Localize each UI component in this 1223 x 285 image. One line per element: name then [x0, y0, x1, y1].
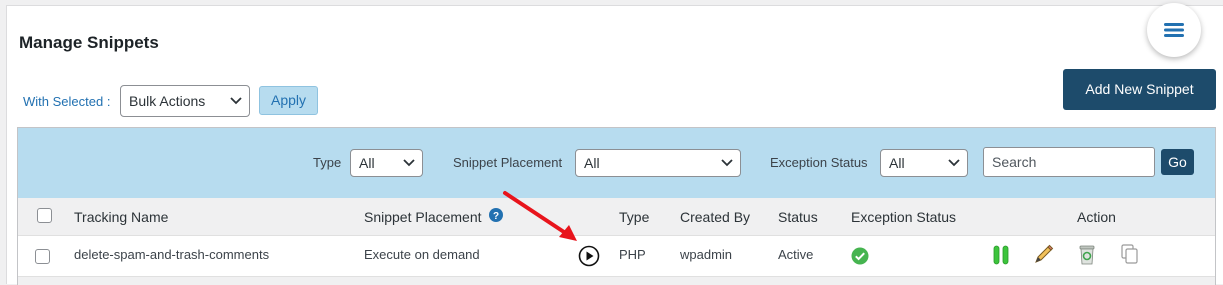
- exception-filter-label: Exception Status: [770, 155, 868, 170]
- chevron-down-icon: [403, 159, 415, 167]
- header-action: Action: [1077, 209, 1116, 225]
- filter-bar: Type All Snippet Placement All Exception…: [18, 128, 1215, 198]
- placement-filter-select[interactable]: All: [575, 149, 741, 177]
- table-header: Tracking Name Snippet Placement ? Type C…: [18, 198, 1215, 236]
- placement-filter-label: Snippet Placement: [453, 155, 563, 170]
- search-placeholder: Search: [992, 154, 1037, 170]
- cell-snippet-placement: Execute on demand: [364, 247, 480, 262]
- snippets-table: Type All Snippet Placement All Exception…: [17, 127, 1216, 285]
- search-input[interactable]: Search: [983, 147, 1155, 177]
- cell-tracking-name[interactable]: delete-spam-and-trash-comments: [74, 247, 269, 262]
- type-filter-label: Type: [313, 155, 342, 170]
- page-title: Manage Snippets: [19, 33, 159, 52]
- menu-button[interactable]: [1147, 3, 1201, 57]
- exception-filter-select[interactable]: All: [880, 149, 968, 177]
- recycle-bin-icon[interactable]: [1078, 243, 1096, 265]
- with-selected-label: With Selected :: [23, 94, 111, 109]
- type-filter-value: All: [359, 155, 375, 171]
- bulk-actions-select[interactable]: Bulk Actions: [120, 85, 250, 117]
- header-created-by: Created By: [680, 209, 751, 225]
- exception-filter-value: All: [889, 155, 905, 171]
- header-snippet-placement: Snippet Placement: [364, 209, 482, 225]
- go-button[interactable]: Go: [1161, 149, 1194, 175]
- placement-filter-value: All: [584, 155, 600, 171]
- bulk-actions-value: Bulk Actions: [129, 93, 206, 109]
- row-checkbox[interactable]: [35, 249, 50, 264]
- pause-icon[interactable]: [993, 245, 1009, 265]
- cell-status: Active: [778, 247, 814, 262]
- chevron-down-icon: [948, 159, 960, 167]
- chevron-down-icon: [721, 159, 733, 167]
- cell-created-by: wpadmin: [680, 247, 733, 262]
- table-row: delete-spam-and-trash-comments Execute o…: [18, 236, 1215, 276]
- select-all-checkbox[interactable]: [37, 208, 52, 223]
- chevron-down-icon: [230, 97, 242, 105]
- check-circle-icon: [851, 247, 869, 265]
- table-footer-strip: [18, 276, 1215, 285]
- pencil-icon[interactable]: [1034, 244, 1054, 264]
- type-filter-select[interactable]: All: [350, 149, 423, 177]
- copy-icon[interactable]: [1121, 244, 1139, 264]
- header-exception-status: Exception Status: [851, 209, 957, 225]
- cell-type: PHP: [619, 247, 646, 262]
- header-status: Status: [778, 209, 818, 225]
- apply-button[interactable]: Apply: [259, 86, 318, 115]
- header-tracking-name[interactable]: Tracking Name: [74, 209, 168, 225]
- add-new-snippet-button[interactable]: Add New Snippet: [1063, 69, 1216, 110]
- header-type: Type: [619, 209, 650, 225]
- manage-snippets-panel: Manage Snippets With Selected : Bulk Act…: [6, 3, 1223, 285]
- hamburger-menu-icon: [1164, 23, 1184, 37]
- red-arrow-icon: [503, 191, 577, 241]
